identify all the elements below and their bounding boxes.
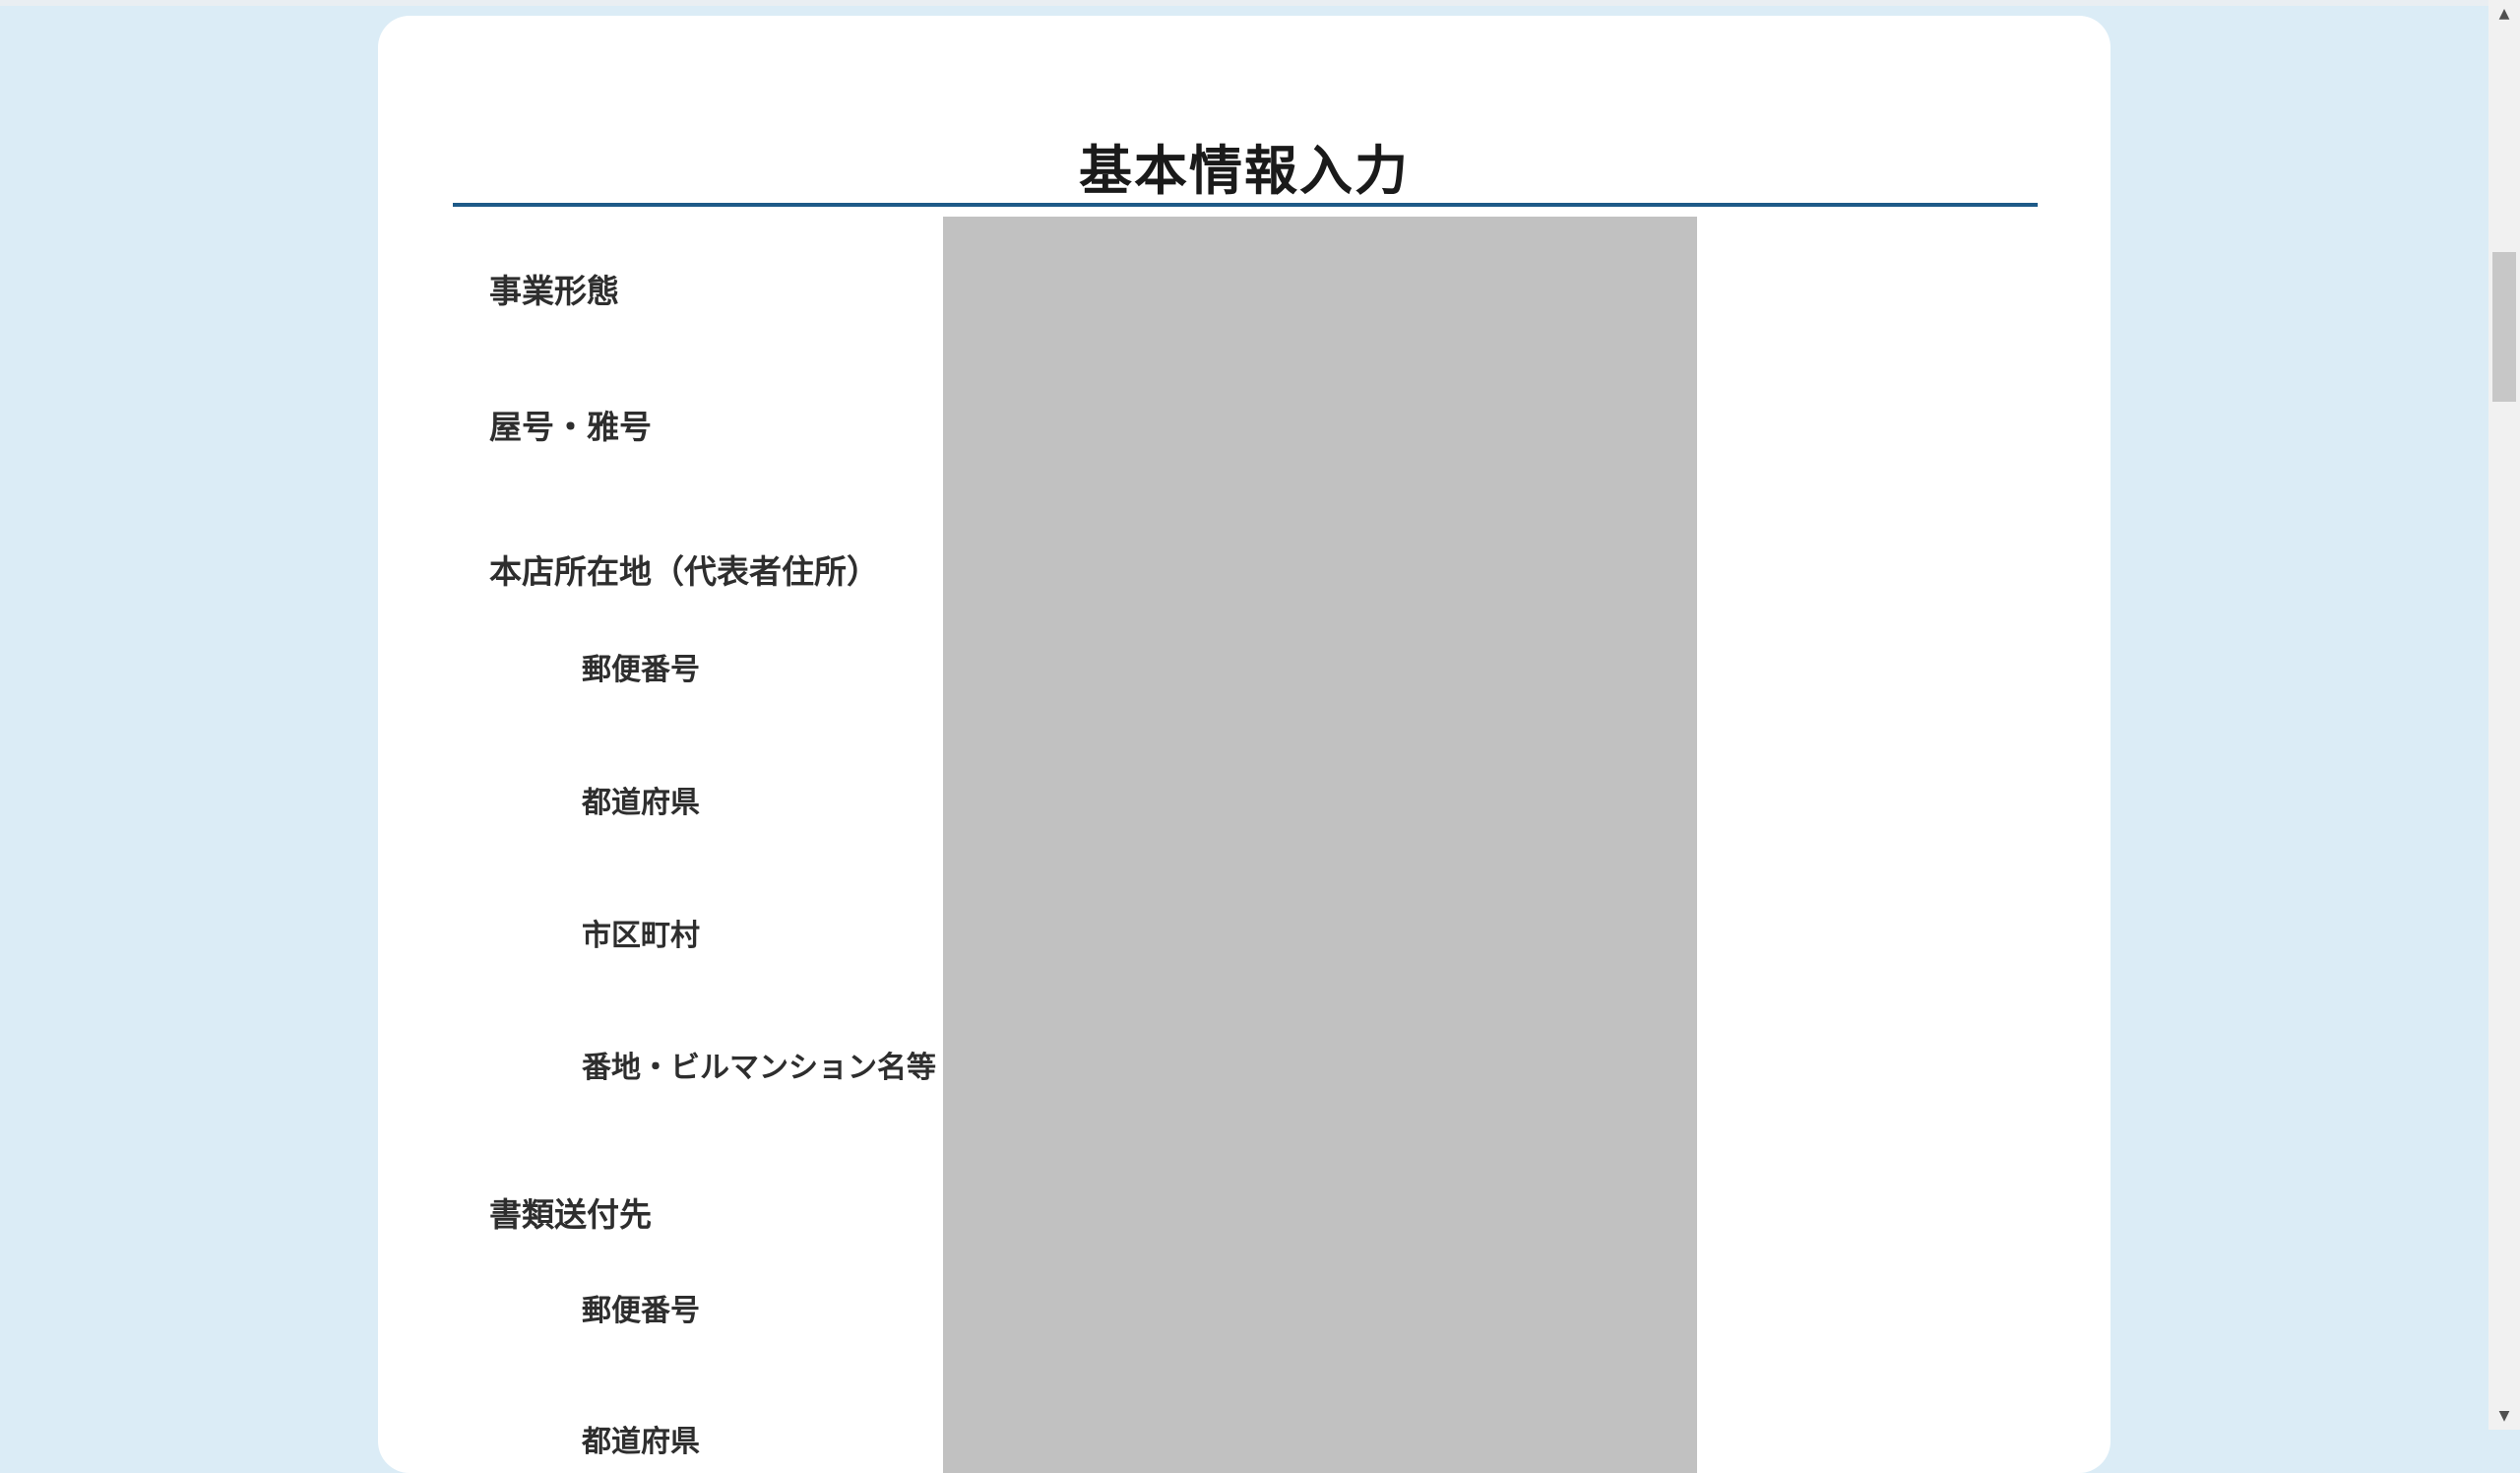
label-head-office-prefecture: 都道府県	[582, 786, 700, 820]
label-head-office-address-detail: 番地・ビルマンション名等	[582, 1051, 936, 1085]
title-underline	[453, 203, 2038, 207]
label-head-office-address: 本店所在地（代表者住所）	[489, 552, 879, 591]
scroll-up-arrow-icon[interactable]: ▲	[2488, 0, 2520, 28]
redacted-input-area	[943, 217, 1697, 1473]
label-head-office-postal-code: 郵便番号	[582, 653, 700, 687]
scroll-down-arrow-icon[interactable]: ▼	[2488, 1402, 2520, 1430]
label-delivery-prefecture: 都道府県	[582, 1425, 700, 1459]
label-delivery-postal-code: 郵便番号	[582, 1294, 700, 1328]
label-document-delivery: 書類送付先	[489, 1195, 652, 1234]
window-top-strip	[0, 0, 2488, 6]
label-trade-name: 屋号・雅号	[489, 408, 652, 446]
page-title: 基本情報入力	[1079, 140, 1410, 202]
scrollbar-thumb[interactable]	[2492, 252, 2516, 402]
label-business-type: 事業形態	[489, 272, 619, 310]
label-head-office-city: 市区町村	[582, 919, 700, 953]
vertical-scrollbar[interactable]: ▲ ▼	[2488, 0, 2520, 1430]
form-card: 基本情報入力 事業形態 屋号・雅号 本店所在地（代表者住所） 郵便番号 都道府県…	[378, 16, 2110, 1473]
